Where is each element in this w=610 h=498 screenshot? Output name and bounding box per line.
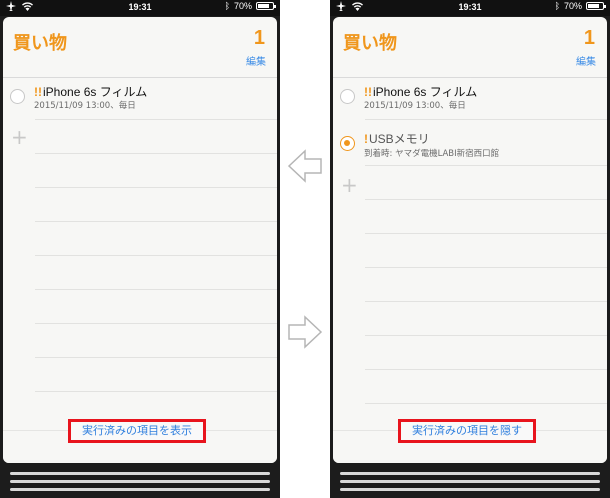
status-bar: 19:31 ᛒ 70% [330,0,610,16]
stacked-list[interactable] [340,472,600,475]
reminders-list-card: 買い物 1 編集 !!iPhone 6s フィルム 2015/11/09 13:… [333,17,607,463]
add-item-button[interactable]: + [341,175,358,195]
item-detail: 到着時: ヤマダ電機LABI新宿西口館 [364,149,500,159]
item-title: !USBメモリ [364,132,430,146]
arrow-right-icon [288,315,323,349]
priority-marker: ! [364,132,368,146]
stacked-list[interactable] [10,472,270,475]
right-screen: 19:31 ᛒ 70% 買い物 1 編集 !!iPhone 6s フィルム 20… [330,0,610,498]
battery-icon [586,2,606,10]
item-title: !!iPhone 6s フィルム [34,85,148,99]
stacked-list[interactable] [340,488,600,491]
battery-icon [256,2,276,10]
hide-completed-button[interactable]: 実行済みの項目を隠す [398,419,536,443]
item-detail: 2015/11/09 13:00、毎日 [34,101,136,111]
left-screen: 19:31 ᛒ 70% 買い物 1 編集 !!iPhone 6s フィルム 20… [0,0,280,498]
bluetooth-icon: ᛒ [224,1,230,11]
completion-checkbox[interactable] [340,136,355,151]
priority-marker: !! [364,85,372,99]
stacked-list[interactable] [340,480,600,483]
reminders-list-card: 買い物 1 編集 !!iPhone 6s フィルム 2015/11/09 13:… [3,17,277,463]
arrow-left-icon [287,149,322,183]
item-title: !!iPhone 6s フィルム [364,85,478,99]
item-detail: 2015/11/09 13:00、毎日 [364,101,466,111]
priority-marker: !! [34,85,42,99]
status-bar: 19:31 ᛒ 70% [0,0,280,16]
completion-checkbox[interactable] [10,89,25,104]
bluetooth-icon: ᛒ [554,1,560,11]
show-completed-button[interactable]: 実行済みの項目を表示 [68,419,206,443]
battery-percent: 70% [233,1,252,11]
battery-percent: 70% [563,1,582,11]
stacked-list[interactable] [10,488,270,491]
add-item-button[interactable]: + [11,127,28,147]
completion-checkbox[interactable] [340,89,355,104]
stacked-list[interactable] [10,480,270,483]
